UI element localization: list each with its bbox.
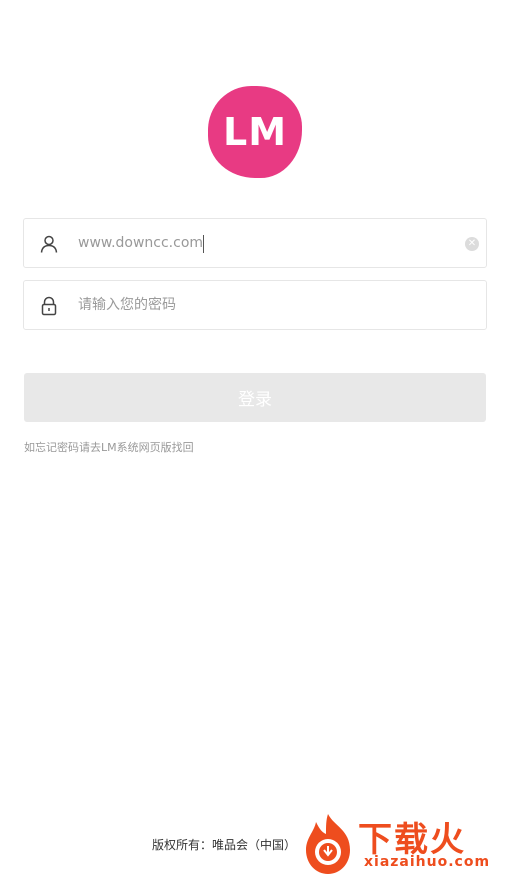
login-button[interactable]: 登录 bbox=[24, 373, 486, 422]
copyright-text: 版权所有：唯品会（中国） bbox=[152, 838, 297, 852]
username-field[interactable]: ✕ bbox=[23, 218, 487, 268]
password-field[interactable] bbox=[23, 280, 487, 330]
username-input[interactable] bbox=[78, 219, 458, 267]
password-input[interactable] bbox=[78, 281, 458, 329]
text-caret bbox=[203, 235, 204, 253]
logo-text: LM bbox=[222, 110, 288, 154]
forgot-password-hint: 如忘记密码请去LM系统网页版找回 bbox=[24, 441, 194, 454]
user-icon bbox=[40, 235, 58, 253]
app-logo: LM bbox=[208, 86, 302, 178]
flame-logo-icon bbox=[306, 814, 350, 874]
watermark: 下载火 xiazaihuo.com bbox=[296, 810, 508, 877]
lock-icon bbox=[41, 296, 57, 316]
watermark-en: xiazaihuo.com bbox=[364, 854, 491, 870]
clear-icon[interactable]: ✕ bbox=[465, 237, 479, 251]
